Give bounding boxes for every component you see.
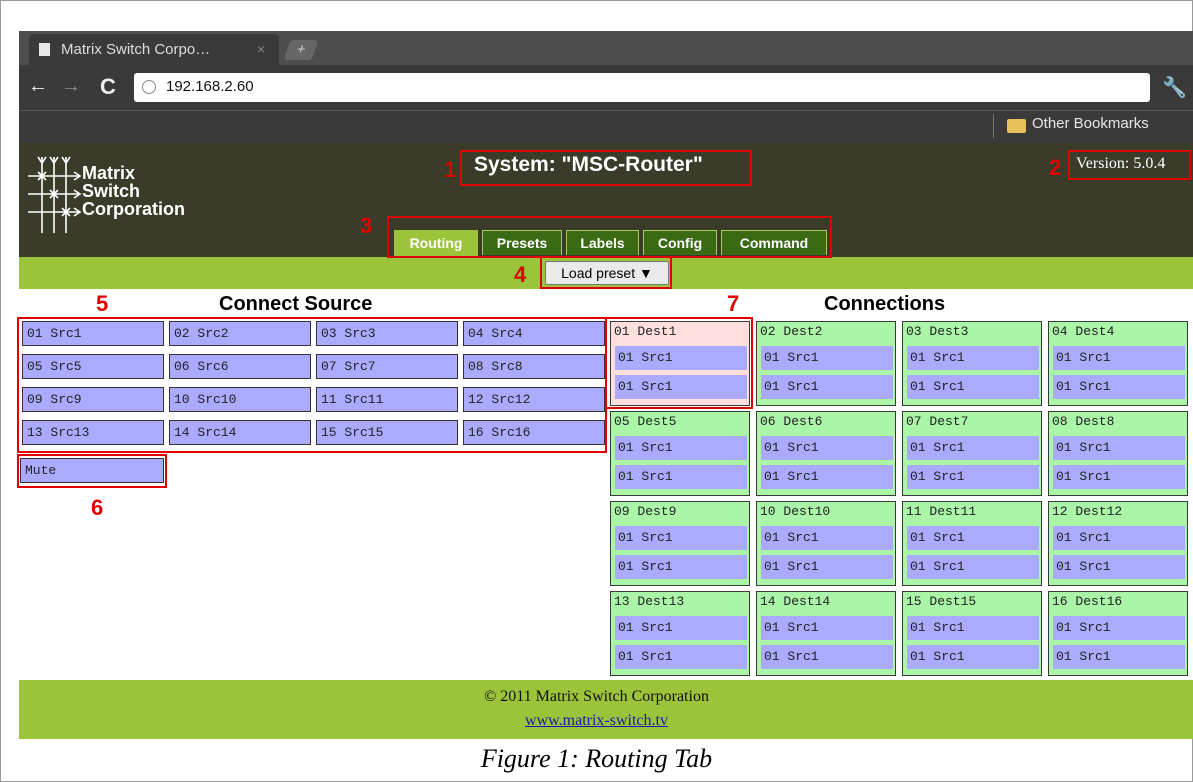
address-url[interactable]: 192.168.2.60 — [166, 78, 254, 95]
destination-source-slot[interactable]: 01 Src1 — [907, 375, 1039, 399]
destination-source-slot[interactable]: 01 Src1 — [761, 526, 893, 550]
wrench-icon[interactable]: 🔧 — [1162, 75, 1187, 100]
destination-name: 08 Dest8 — [1052, 414, 1115, 429]
address-bar[interactable] — [134, 73, 1150, 102]
callout-number-7: 7 — [727, 291, 740, 316]
globe-icon — [142, 80, 156, 94]
destination-source-slot[interactable]: 01 Src1 — [615, 616, 747, 640]
destination-source-slot[interactable]: 01 Src1 — [907, 616, 1039, 640]
callout-box-1 — [460, 150, 752, 186]
destination-source-slot[interactable]: 01 Src1 — [1053, 436, 1185, 460]
destination-source-slot[interactable]: 01 Src1 — [761, 645, 893, 669]
destination-card[interactable]: 02 Dest2 01 Src1 01 Src1 — [756, 321, 896, 406]
destination-source-slot[interactable]: 01 Src1 — [761, 465, 893, 489]
destination-name: 14 Dest14 — [760, 594, 831, 609]
destination-source-slot[interactable]: 01 Src1 — [1053, 465, 1185, 489]
destination-source-slot[interactable]: 01 Src1 — [907, 645, 1039, 669]
destination-name: 15 Dest15 — [906, 594, 977, 609]
logo-text-line-2: Switch — [82, 181, 141, 201]
destination-source-slot[interactable]: 01 Src1 — [1053, 526, 1185, 550]
destination-source-slot[interactable]: 01 Src1 — [907, 346, 1039, 370]
destination-source-slot[interactable]: 01 Src1 — [615, 555, 747, 579]
destination-name: 16 Dest16 — [1052, 594, 1123, 609]
destination-source-slot[interactable]: 01 Src1 — [615, 645, 747, 669]
destination-source-slot[interactable]: 01 Src1 — [615, 526, 747, 550]
forward-arrow-icon[interactable]: → — [61, 75, 81, 98]
destination-card[interactable]: 15 Dest15 01 Src1 01 Src1 — [902, 591, 1042, 676]
destination-source-slot[interactable]: 01 Src1 — [761, 555, 893, 579]
callout-box-2 — [1068, 150, 1191, 180]
other-bookmarks-link[interactable]: Other Bookmarks — [1032, 115, 1149, 132]
destination-card[interactable]: 09 Dest9 01 Src1 01 Src1 — [610, 501, 750, 586]
destination-name: 06 Dest6 — [760, 414, 823, 429]
destination-card[interactable]: 03 Dest3 01 Src1 01 Src1 — [902, 321, 1042, 406]
callout-number-4: 4 — [514, 262, 527, 287]
destination-source-slot[interactable]: 01 Src1 — [761, 616, 893, 640]
destination-name: 03 Dest3 — [906, 324, 969, 339]
destination-source-slot[interactable]: 01 Src1 — [907, 555, 1039, 579]
destination-source-slot[interactable]: 01 Src1 — [907, 436, 1039, 460]
destination-card[interactable]: 04 Dest4 01 Src1 01 Src1 — [1048, 321, 1188, 406]
back-arrow-icon[interactable]: ← — [28, 75, 48, 98]
destination-name: 07 Dest7 — [906, 414, 969, 429]
destination-card[interactable]: 07 Dest7 01 Src1 01 Src1 — [902, 411, 1042, 496]
destination-source-slot[interactable]: 01 Src1 — [615, 465, 747, 489]
destination-card[interactable]: 06 Dest6 01 Src1 01 Src1 — [756, 411, 896, 496]
destination-source-slot[interactable]: 01 Src1 — [1053, 555, 1185, 579]
destination-name: 10 Dest10 — [760, 504, 831, 519]
connect-source-heading: Connect Source — [219, 293, 373, 315]
destination-name: 04 Dest4 — [1052, 324, 1115, 339]
destination-card[interactable]: 12 Dest12 01 Src1 01 Src1 — [1048, 501, 1188, 586]
destination-source-slot[interactable]: 01 Src1 — [1053, 375, 1185, 399]
destination-name: 05 Dest5 — [614, 414, 677, 429]
website-link[interactable]: www.matrix-switch.tv — [0, 712, 1193, 730]
destination-source-slot[interactable]: 01 Src1 — [1053, 645, 1185, 669]
destination-source-slot[interactable]: 01 Src1 — [1053, 346, 1185, 370]
callout-box-7 — [605, 317, 753, 409]
destination-name: 11 Dest11 — [906, 504, 977, 519]
callout-box-6 — [17, 454, 167, 488]
destination-card[interactable]: 13 Dest13 01 Src1 01 Src1 — [610, 591, 750, 676]
bookmarks-separator — [993, 114, 994, 138]
logo-text-line-1: Matrix — [82, 163, 136, 183]
destination-card[interactable]: 11 Dest11 01 Src1 01 Src1 — [902, 501, 1042, 586]
destination-card[interactable]: 16 Dest16 01 Src1 01 Src1 — [1048, 591, 1188, 676]
figure-caption: Figure 1: Routing Tab — [480, 744, 713, 773]
destination-source-slot[interactable]: 01 Src1 — [907, 526, 1039, 550]
callout-number-2: 2 — [1049, 155, 1062, 180]
copyright-text: © 2011 Matrix Switch Corporation — [484, 688, 709, 705]
destination-card[interactable]: 14 Dest14 01 Src1 01 Src1 — [756, 591, 896, 676]
reload-icon[interactable]: C — [100, 74, 116, 100]
callout-number-3: 3 — [360, 213, 373, 238]
destination-source-slot[interactable]: 01 Src1 — [907, 465, 1039, 489]
callout-number-1: 1 — [444, 157, 457, 182]
destination-source-slot[interactable]: 01 Src1 — [761, 436, 893, 460]
document-icon — [39, 43, 50, 56]
destination-source-slot[interactable]: 01 Src1 — [761, 346, 893, 370]
matrix-logo-icon — [28, 156, 82, 233]
folder-icon — [1007, 119, 1026, 133]
callout-box-5 — [17, 317, 607, 453]
destination-card[interactable]: 08 Dest8 01 Src1 01 Src1 — [1048, 411, 1188, 496]
destination-source-slot[interactable]: 01 Src1 — [761, 375, 893, 399]
destination-source-slot[interactable]: 01 Src1 — [615, 436, 747, 460]
logo-text-line-3: Corporation — [82, 199, 185, 219]
destination-name: 12 Dest12 — [1052, 504, 1123, 519]
browser-tab-title: Matrix Switch Corpo… — [61, 41, 211, 58]
connections-heading: Connections — [824, 293, 946, 315]
callout-box-3 — [387, 216, 832, 258]
destination-name: 09 Dest9 — [614, 504, 677, 519]
destination-source-slot[interactable]: 01 Src1 — [1053, 616, 1185, 640]
callout-box-4 — [540, 256, 672, 289]
destination-name: 02 Dest2 — [760, 324, 823, 339]
destination-card[interactable]: 05 Dest5 01 Src1 01 Src1 — [610, 411, 750, 496]
close-tab-icon[interactable]: × — [257, 34, 265, 65]
callout-number-5: 5 — [96, 291, 109, 316]
callout-number-6: 6 — [91, 495, 104, 520]
destination-card[interactable]: 10 Dest10 01 Src1 01 Src1 — [756, 501, 896, 586]
destination-name: 13 Dest13 — [614, 594, 685, 609]
browser-tab[interactable]: Matrix Switch Corpo… × — [29, 34, 279, 65]
